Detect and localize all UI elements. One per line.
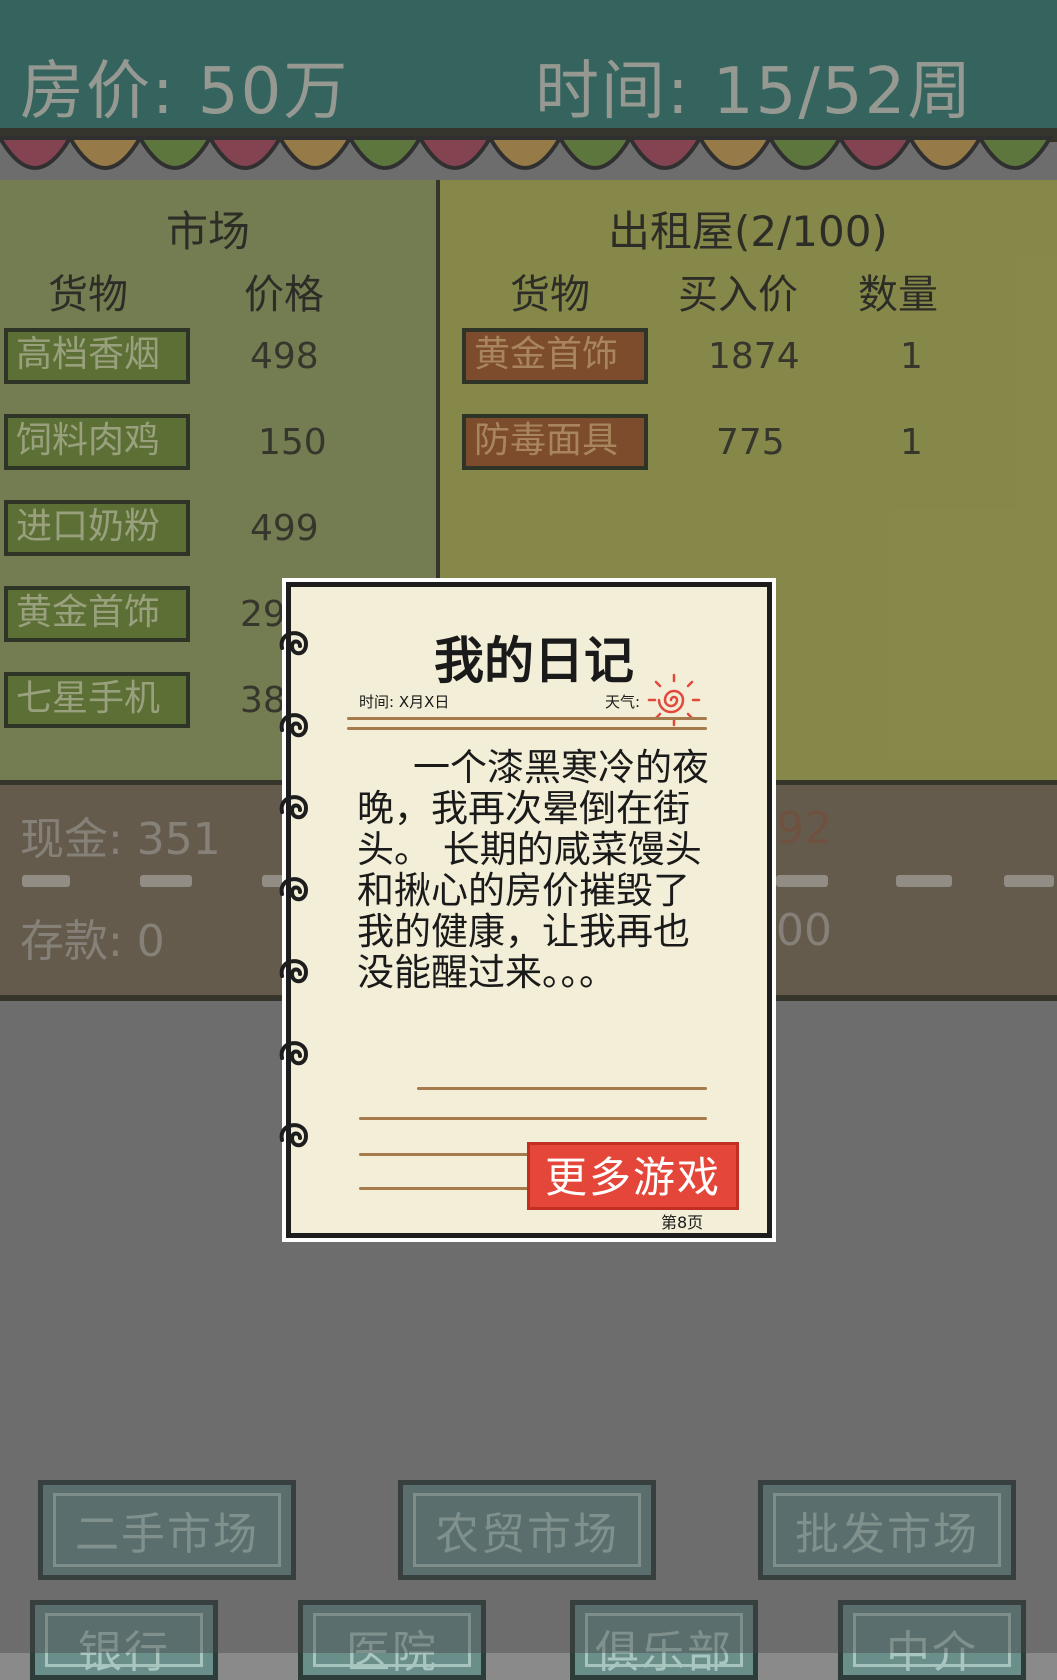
paper-rule [359,1117,707,1120]
diary-dialog: 我的日记 时间: X月X日 天气: 一个漆黑寒冷的夜晚，我再次晕倒在街头。 长期… [286,582,772,1238]
paper-rule [347,727,707,730]
paper-rule [347,717,707,720]
diary-date: 时间: X月X日 [359,693,450,711]
diary-body-text: 一个漆黑寒冷的夜晚，我再次晕倒在街头。 长期的咸菜馒头和揪心的房价摧毁了我的健康… [357,746,709,994]
diary-page-number: 第8页 [661,1213,704,1232]
paper-rule [417,1087,707,1090]
diary-weather-label: 天气: [605,693,641,711]
paper-rule [359,1153,529,1156]
paper-rule [359,1187,529,1190]
diary-title: 我的日记 [434,632,634,690]
more-games-button[interactable]: 更多游戏 [527,1142,739,1210]
spiral-ring-icon [279,631,309,1148]
